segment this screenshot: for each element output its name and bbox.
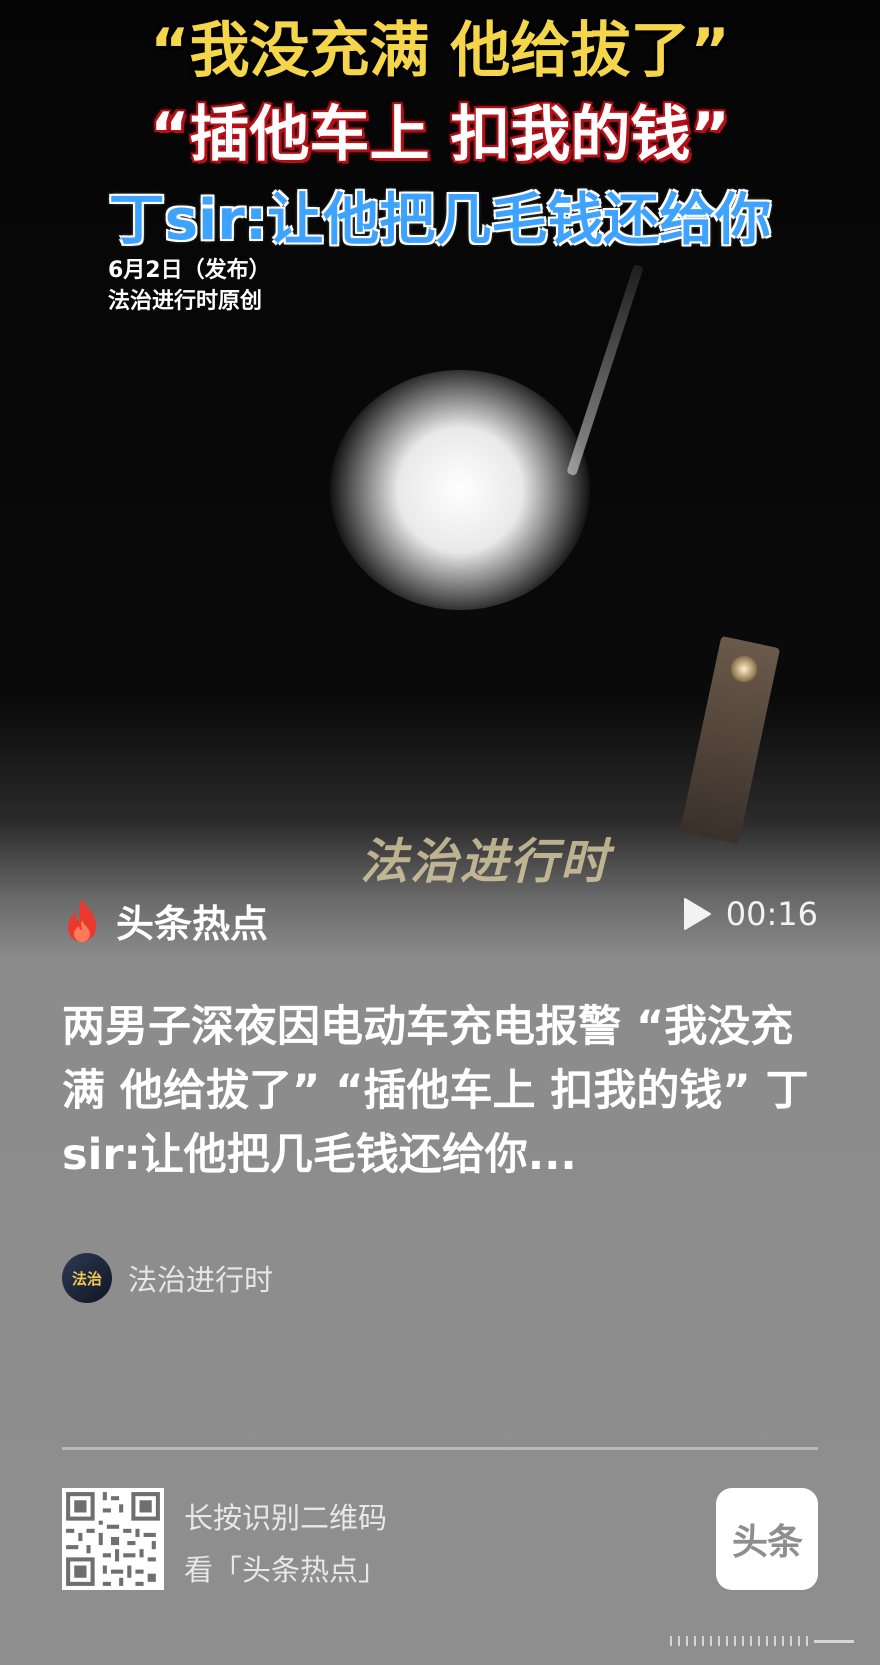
video-caption-line-2: “插他车上 扣我的钱” (150, 100, 730, 170)
article-headline[interactable]: 两男子深夜因电动车充电报警 “我没充满 他给拔了” “插他车上 扣我的钱” 丁s… (62, 995, 822, 1187)
fire-icon (68, 898, 96, 942)
author-row[interactable]: 法治 法治进行时 (62, 1253, 273, 1303)
decorative-ticks (670, 1636, 854, 1646)
app-logo-text: 头条 (731, 1522, 803, 1563)
divider (62, 1447, 818, 1450)
duration-text: 00:16 (725, 895, 818, 933)
video-duration[interactable]: 00:16 (682, 895, 818, 933)
avatar[interactable]: 法治 (62, 1253, 112, 1303)
avatar-text: 法治 (71, 1269, 102, 1288)
toutiao-logo-icon: 头条 (716, 1488, 818, 1590)
author-name[interactable]: 法治进行时 (128, 1257, 273, 1299)
video-watermark: 法治进行时 (360, 834, 611, 890)
channel-name: 头条热点 (116, 901, 269, 946)
qr-hint-line-2: 看「头条热点」 (184, 1553, 388, 1587)
video-caption-line-1: “我没充满 他给拔了” (150, 16, 730, 86)
video-thumbnail[interactable]: “我没充满 他给拔了” “插他车上 扣我的钱” 丁sir:让他把几毛钱还给你 6… (0, 0, 880, 900)
bright-light (330, 370, 590, 610)
video-caption-line-3: 丁sir:让他把几毛钱还给你 (108, 188, 772, 253)
qr-hint-line-1: 长按识别二维码 (184, 1501, 388, 1535)
channel-brand: 头条热点 (62, 890, 268, 950)
publish-date: 6月2日（发布） (108, 258, 271, 283)
video-source: 法治进行时原创 (108, 289, 263, 314)
qr-code-icon[interactable] (62, 1488, 164, 1590)
charging-post-light (730, 655, 758, 683)
play-icon[interactable] (682, 897, 712, 931)
share-card: “我没充满 他给拔了” “插他车上 扣我的钱” 丁sir:让他把几毛钱还给你 6… (0, 0, 880, 1665)
